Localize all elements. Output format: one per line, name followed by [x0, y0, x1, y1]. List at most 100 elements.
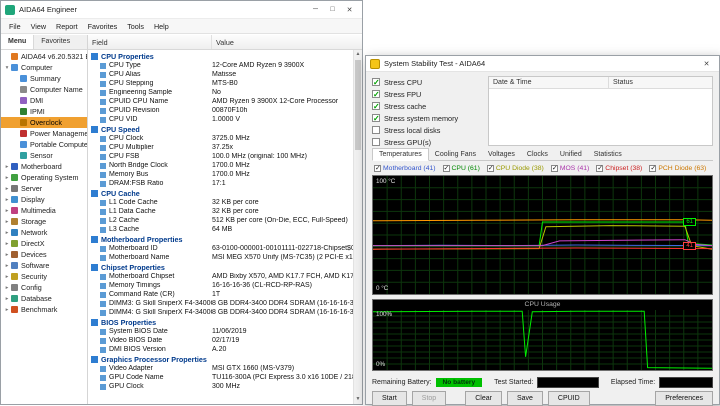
table-row[interactable]: CPUID Revision 00870F10h: [88, 106, 353, 115]
sidebar-item-sensor[interactable]: Sensor: [1, 150, 87, 161]
save-button[interactable]: Save: [506, 391, 543, 406]
table-row[interactable]: DIMM4: G Skill SniperX F4-3400C16-8GSXW8…: [88, 308, 353, 317]
menu-item-view[interactable]: View: [26, 21, 51, 32]
legend-checkbox-icon[interactable]: ✓: [596, 164, 604, 172]
table-row[interactable]: CPU Alias Matisse: [88, 70, 353, 79]
legend-item[interactable]: ✓ Chipset (38): [596, 164, 642, 172]
table-row[interactable]: Motherboard Name MSI MEG X570 Unify (MS-7…: [88, 253, 353, 262]
tree-caret-icon[interactable]: ▸: [3, 285, 11, 291]
sidebar-item-security[interactable]: ▸ Security: [1, 271, 87, 282]
menu-item-favorites[interactable]: Favorites: [83, 21, 123, 32]
checkbox-icon[interactable]: ✓: [372, 102, 380, 111]
menu-item-file[interactable]: File: [4, 21, 26, 32]
table-row[interactable]: Video BIOS Date 02/17/19: [88, 336, 353, 345]
sidebar-item-storage[interactable]: ▸ Storage: [1, 216, 87, 227]
table-row[interactable]: Command Rate (CR) 1T: [88, 290, 353, 299]
log-col-datetime[interactable]: Date & Time: [489, 77, 609, 88]
sidebar-item-benchmark[interactable]: ▸ Benchmark: [1, 304, 87, 315]
table-row[interactable]: L2 Cache 512 KB per core (On-Die, ECC, Fu…: [88, 216, 353, 225]
table-row[interactable]: Engineering Sample No: [88, 88, 353, 97]
tree-caret-icon[interactable]: ▸: [3, 252, 11, 258]
stress-option-stress-fpu[interactable]: ✓ Stress FPU: [372, 88, 484, 100]
table-row[interactable]: GPU Code Name TU116-300A (PCI Express 3.0…: [88, 373, 353, 382]
checkbox-icon[interactable]: [372, 138, 380, 146]
sidebar-item-aida64-v6-20-5321-beta[interactable]: AIDA64 v6.20.5321 Beta: [1, 51, 87, 62]
legend-item[interactable]: ✓ CPU (61): [442, 164, 480, 172]
legend-item[interactable]: ✓ CPU Diode (38): [486, 164, 544, 172]
table-row[interactable]: GPU Clock 300 MHz: [88, 382, 353, 391]
scroll-thumb[interactable]: [355, 60, 361, 150]
stress-option-stress-system-memory[interactable]: ✓ Stress system memory: [372, 112, 484, 124]
table-row[interactable]: CPU Type 12-Core AMD Ryzen 9 3900X: [88, 61, 353, 70]
sidebar-item-multimedia[interactable]: ▸ Multimedia: [1, 205, 87, 216]
scrollbar[interactable]: ▲ ▼: [353, 50, 362, 404]
sidebar-item-display[interactable]: ▸ Display: [1, 194, 87, 205]
table-row[interactable]: DRAM:FSB Ratio 17:1: [88, 179, 353, 188]
table-row[interactable]: Motherboard ID 63-0100-000001-00101111-02…: [88, 244, 353, 253]
minimize-icon[interactable]: ─: [307, 3, 324, 16]
preferences-button[interactable]: Preferences: [655, 391, 713, 406]
sidebar-item-database[interactable]: ▸ Database: [1, 293, 87, 304]
table-row[interactable]: Memory Bus 1700.0 MHz: [88, 170, 353, 179]
sidebar-item-software[interactable]: ▸ Software: [1, 260, 87, 271]
legend-item[interactable]: ✓ PCH Diode (63): [649, 164, 706, 172]
checkbox-icon[interactable]: ✓: [372, 90, 380, 99]
log-col-status[interactable]: Status: [609, 77, 637, 88]
stress-option-stress-cache[interactable]: ✓ Stress cache: [372, 100, 484, 112]
clear-button[interactable]: Clear: [465, 391, 502, 406]
tab-voltages[interactable]: Voltages: [482, 149, 521, 160]
table-row[interactable]: Motherboard Chipset AMD Bixby X570, AMD K…: [88, 272, 353, 281]
tab-cooling-fans[interactable]: Cooling Fans: [429, 149, 482, 160]
tree-caret-icon[interactable]: ▸: [3, 274, 11, 280]
tab-statistics[interactable]: Statistics: [588, 149, 628, 160]
close-icon[interactable]: ✕: [341, 3, 358, 16]
tree-caret-icon[interactable]: ▸: [3, 263, 11, 269]
legend-checkbox-icon[interactable]: ✓: [550, 164, 558, 172]
title-bar[interactable]: AIDA64 Engineer ─ □ ✕: [1, 1, 362, 19]
tree-caret-icon[interactable]: ▸: [3, 230, 11, 236]
sidebar-item-config[interactable]: ▸ Config: [1, 282, 87, 293]
tree-caret-icon[interactable]: ▸: [3, 175, 11, 181]
sidebar-item-devices[interactable]: ▸ Devices: [1, 249, 87, 260]
sst-title-bar[interactable]: System Stability Test - AIDA64 ✕: [366, 56, 719, 72]
table-row[interactable]: DMI BIOS Version A.20: [88, 345, 353, 354]
sidebar-item-ipmi[interactable]: IPMI: [1, 106, 87, 117]
table-row[interactable]: L1 Data Cache 32 KB per core: [88, 207, 353, 216]
sidebar-item-computer[interactable]: ▾ Computer: [1, 62, 87, 73]
tree-caret-icon[interactable]: ▸: [3, 296, 11, 302]
tree-caret-icon[interactable]: ▸: [3, 164, 11, 170]
sidebar-item-directx[interactable]: ▸ DirectX: [1, 238, 87, 249]
legend-checkbox-icon[interactable]: ✓: [649, 164, 657, 172]
table-row[interactable]: CPUID CPU Name AMD Ryzen 9 3900X 12-Core …: [88, 97, 353, 106]
table-row[interactable]: L1 Code Cache 32 KB per core: [88, 198, 353, 207]
legend-checkbox-icon[interactable]: ✓: [486, 164, 494, 172]
checkbox-icon[interactable]: ✓: [372, 114, 380, 123]
table-row[interactable]: CPU Clock 3725.0 MHz: [88, 134, 353, 143]
tree-caret-icon[interactable]: ▸: [3, 241, 11, 247]
table-row[interactable]: North Bridge Clock 1700.0 MHz: [88, 161, 353, 170]
legend-item[interactable]: ✓ Motherboard (41): [374, 164, 436, 172]
sidebar-item-operating-system[interactable]: ▸ Operating System: [1, 172, 87, 183]
legend-item[interactable]: ✓ MOS (41): [550, 164, 589, 172]
stress-option-stress-cpu[interactable]: ✓ Stress CPU: [372, 76, 484, 88]
sidebar-item-computer-name[interactable]: Computer Name: [1, 84, 87, 95]
scroll-down-icon[interactable]: ▼: [354, 395, 362, 404]
checkbox-icon[interactable]: [372, 126, 380, 134]
legend-checkbox-icon[interactable]: ✓: [374, 164, 381, 172]
checkbox-icon[interactable]: ✓: [372, 78, 380, 87]
table-row[interactable]: System BIOS Date 11/06/2019: [88, 327, 353, 336]
sidebar-item-dmi[interactable]: DMI: [1, 95, 87, 106]
scroll-up-icon[interactable]: ▲: [354, 50, 362, 59]
sidebar-item-server[interactable]: ▸ Server: [1, 183, 87, 194]
cpuid-button[interactable]: CPUID: [547, 391, 590, 406]
sst-close-icon[interactable]: ✕: [698, 57, 715, 70]
nav-tab-favorites[interactable]: Favorites: [34, 35, 77, 49]
legend-checkbox-icon[interactable]: ✓: [442, 164, 450, 172]
table-row[interactable]: L3 Cache 64 MB: [88, 225, 353, 234]
menu-item-report[interactable]: Report: [51, 21, 83, 32]
table-row[interactable]: CPU Multiplier 37.25x: [88, 143, 353, 152]
tree-caret-icon[interactable]: ▸: [3, 197, 11, 203]
sidebar-item-network[interactable]: ▸ Network: [1, 227, 87, 238]
sidebar-item-power-management[interactable]: Power Management: [1, 128, 87, 139]
field-column-header[interactable]: Field: [88, 35, 212, 49]
